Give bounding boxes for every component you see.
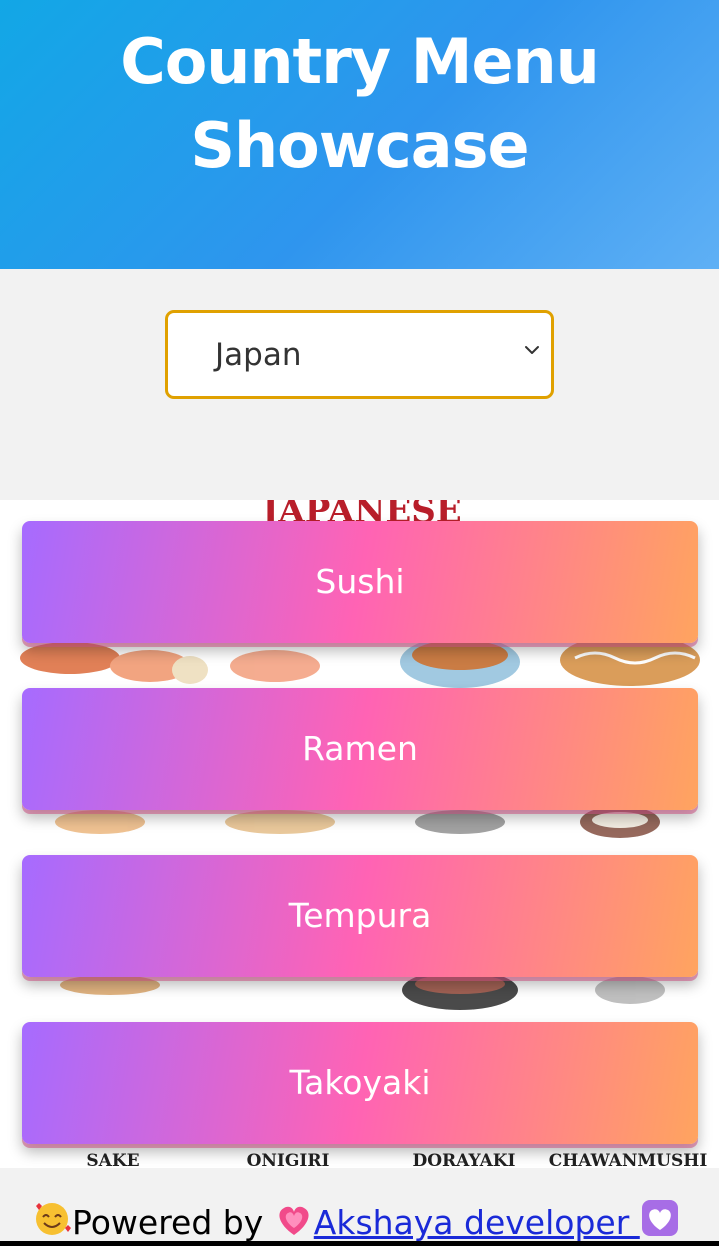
footer: Powered by Akshaya developer [0, 1168, 719, 1246]
menu-item-tempura[interactable]: Tempura [22, 855, 698, 977]
app-header: Country Menu Showcase [0, 0, 719, 269]
developer-link[interactable]: Akshaya developer [274, 1200, 680, 1242]
country-select-value: Japan [215, 337, 302, 373]
menu-item-ramen[interactable]: Ramen [22, 688, 698, 810]
menu-list: JAPANESE SAKE ONIGIRI DORAYAKI CHAWANMUS… [0, 500, 719, 1168]
footer-credit: Powered by Akshaya developer [32, 1198, 680, 1243]
country-select-dropdown[interactable]: Japan [165, 310, 554, 399]
chevron-down-icon [525, 346, 539, 354]
poster-caption-3: DORAYAKI [413, 1151, 516, 1168]
page-title: Country Menu Showcase [0, 20, 719, 188]
developer-link-text: Akshaya developer [313, 1203, 640, 1242]
poster-caption-4: CHAWANMUSHI [549, 1151, 708, 1168]
bottom-edge [0, 1241, 719, 1246]
white-heart-icon [641, 1200, 678, 1236]
poster-caption-2: ONIGIRI [247, 1151, 330, 1168]
page-title-line-2: Showcase [190, 109, 529, 182]
smiling-face-with-hearts-icon [36, 1203, 71, 1235]
sparkling-heart-icon [279, 1206, 309, 1235]
poster-caption-1: SAKE [86, 1151, 139, 1168]
page-title-line-1: Country Menu [120, 25, 600, 98]
menu-item-takoyaki[interactable]: Takoyaki [22, 1022, 698, 1144]
powered-by-label: Powered by [72, 1203, 274, 1242]
menu-item-sushi[interactable]: Sushi [22, 521, 698, 643]
